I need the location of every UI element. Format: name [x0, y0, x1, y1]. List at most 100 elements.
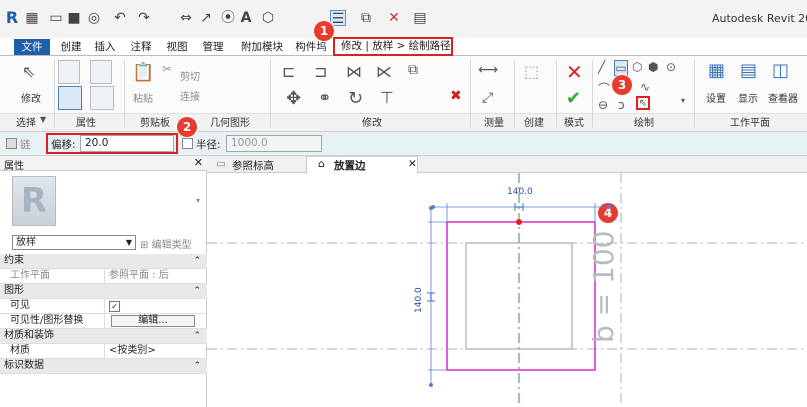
- tab-create[interactable]: 创建: [58, 39, 84, 55]
- revit-logo-icon[interactable]: R: [4, 10, 20, 26]
- trim-icon[interactable]: ⊤: [380, 88, 394, 107]
- path-start-point[interactable]: [516, 219, 522, 225]
- mirror-draw-icon[interactable]: ⋉: [376, 62, 392, 81]
- create-group-icon[interactable]: ⬚: [524, 62, 539, 81]
- collapse-icon[interactable]: ⌃: [193, 329, 201, 343]
- open-icon[interactable]: ▭: [48, 10, 64, 26]
- offset-input[interactable]: 20.0: [80, 135, 174, 152]
- tab-modify-sweep-path[interactable]: 修改 | 放样 > 绘制路径: [333, 37, 453, 56]
- measure-icon[interactable]: ⇔: [178, 10, 194, 26]
- inscribed-polygon-icon[interactable]: ⬢: [648, 60, 658, 74]
- thin-lines-icon[interactable]: ☰: [330, 10, 346, 27]
- cut-button[interactable]: 剪切: [180, 68, 200, 83]
- 3d-view-icon[interactable]: ⬡: [260, 10, 276, 26]
- join-button[interactable]: 连接: [180, 88, 200, 103]
- aligned-dimension-icon[interactable]: ⤢: [482, 90, 493, 106]
- set-workplane-icon[interactable]: ▦: [708, 60, 725, 81]
- switch-windows-icon[interactable]: ⧉: [358, 10, 374, 26]
- close-icon[interactable]: ✕: [194, 156, 203, 169]
- dimension-grip[interactable]: [607, 205, 611, 209]
- rectangle-icon[interactable]: ▭: [614, 60, 628, 76]
- customize-icon[interactable]: ▤: [412, 10, 428, 26]
- measure-between-icon[interactable]: ⟷: [478, 62, 498, 78]
- constraints-category[interactable]: 约束 ⌃: [0, 254, 207, 269]
- edit-button[interactable]: 编辑...: [111, 315, 195, 327]
- copy-element-icon[interactable]: ⚭: [318, 88, 331, 107]
- rotate-icon[interactable]: ↻: [348, 88, 363, 109]
- delete-icon[interactable]: ✖: [450, 88, 462, 104]
- tab-insert[interactable]: 插入: [92, 39, 118, 55]
- paste-icon[interactable]: 📋: [132, 62, 154, 83]
- sweep-path-rectangle[interactable]: [446, 221, 596, 371]
- sync-icon[interactable]: ◎: [86, 10, 102, 26]
- edit-type-button[interactable]: ⊞ 编辑类型: [140, 236, 192, 251]
- text-icon[interactable]: A: [238, 10, 254, 26]
- close-icon[interactable]: ✕: [408, 158, 417, 170]
- offset-icon[interactable]: ⊐: [314, 62, 327, 81]
- radius-checkbox[interactable]: [182, 138, 193, 149]
- move-icon[interactable]: ✥: [286, 88, 301, 109]
- undo-icon[interactable]: ↶: [112, 10, 128, 26]
- viewer-icon[interactable]: ◫: [772, 60, 789, 81]
- pick-lines-icon[interactable]: ⇖: [636, 96, 650, 110]
- fillet-arc-icon[interactable]: ↄ: [618, 98, 625, 112]
- tab-reference-level[interactable]: 参照标高: [232, 158, 274, 173]
- chain-checkbox[interactable]: [6, 138, 17, 149]
- show-workplane-icon[interactable]: ▤: [740, 60, 757, 81]
- parameter-label[interactable]: b = 100: [587, 231, 620, 343]
- family-types-icon[interactable]: [90, 86, 114, 110]
- panel-select[interactable]: 选择: [16, 114, 36, 129]
- collapse-icon[interactable]: ⌃: [193, 284, 201, 298]
- chevron-down-icon[interactable]: ▾: [196, 196, 200, 205]
- dimension-grip[interactable]: [429, 206, 433, 210]
- tab-component-dock[interactable]: 构件坞: [292, 39, 330, 55]
- grid-icon[interactable]: ▦: [24, 10, 40, 26]
- ellipse-icon[interactable]: ⊖: [598, 98, 608, 112]
- circle-icon[interactable]: ⊙: [666, 60, 676, 74]
- top-dimension-value[interactable]: 140.0: [507, 187, 533, 197]
- mirror-icon[interactable]: ⋈: [346, 62, 362, 81]
- polygon-icon[interactable]: ⬡: [632, 60, 642, 74]
- dimension-icon[interactable]: ↗: [198, 10, 214, 26]
- close-hidden-icon[interactable]: ✕: [386, 10, 402, 26]
- save-icon[interactable]: ■: [66, 10, 82, 26]
- properties-toggle-icon[interactable]: [58, 86, 82, 110]
- tab-annotate[interactable]: 注释: [128, 39, 154, 55]
- property-value[interactable]: <按类别>: [104, 344, 156, 358]
- materials-category[interactable]: 材质和装饰 ⌃: [0, 329, 207, 344]
- line-icon[interactable]: ╱: [598, 60, 605, 74]
- set-button[interactable]: 设置: [706, 90, 726, 105]
- tab-view[interactable]: 视图: [164, 39, 190, 55]
- dimension-grip[interactable]: [429, 383, 433, 387]
- visible-checkbox[interactable]: ✓: [109, 301, 120, 312]
- tag-icon[interactable]: ⦿: [220, 10, 236, 26]
- cursor-icon[interactable]: ⇖: [22, 62, 35, 81]
- redo-icon[interactable]: ↷: [136, 10, 152, 26]
- viewer-button[interactable]: 查看器: [768, 90, 798, 105]
- cancel-edit-icon[interactable]: ✕: [566, 60, 583, 84]
- tab-addins[interactable]: 附加模块: [238, 39, 286, 55]
- copy-icon[interactable]: ⧉: [408, 62, 418, 78]
- cut-icon[interactable]: ✂: [162, 62, 172, 76]
- collapse-icon[interactable]: ⌃: [193, 359, 201, 373]
- type-selector[interactable]: 放样 ▼: [12, 235, 136, 250]
- chevron-down-icon[interactable]: ▼: [40, 115, 46, 124]
- modify-button[interactable]: 修改: [21, 90, 41, 105]
- align-icon[interactable]: ⊏: [282, 62, 295, 81]
- tab-file[interactable]: 文件: [14, 39, 50, 55]
- properties-icon[interactable]: [58, 60, 80, 84]
- drawing-canvas[interactable]: 140.0 140.0 b = 100: [207, 173, 807, 407]
- draw-options-icon[interactable]: ▾: [681, 96, 685, 105]
- collapse-icon[interactable]: ⌃: [193, 254, 201, 268]
- radius-input[interactable]: 1000.0: [226, 135, 322, 152]
- paste-button[interactable]: 粘贴: [133, 90, 153, 105]
- identity-category[interactable]: 标识数据 ⌃: [0, 359, 207, 374]
- finish-edit-icon[interactable]: ✔: [566, 88, 581, 109]
- spline-icon[interactable]: ∿: [640, 80, 650, 94]
- type-properties-icon[interactable]: [90, 60, 112, 84]
- left-dimension-value[interactable]: 140.0: [414, 287, 424, 313]
- tab-manage[interactable]: 管理: [200, 39, 226, 55]
- graphics-category[interactable]: 图形 ⌃: [0, 284, 207, 299]
- show-button[interactable]: 显示: [738, 90, 758, 105]
- arc-icon[interactable]: ⌒: [598, 80, 610, 97]
